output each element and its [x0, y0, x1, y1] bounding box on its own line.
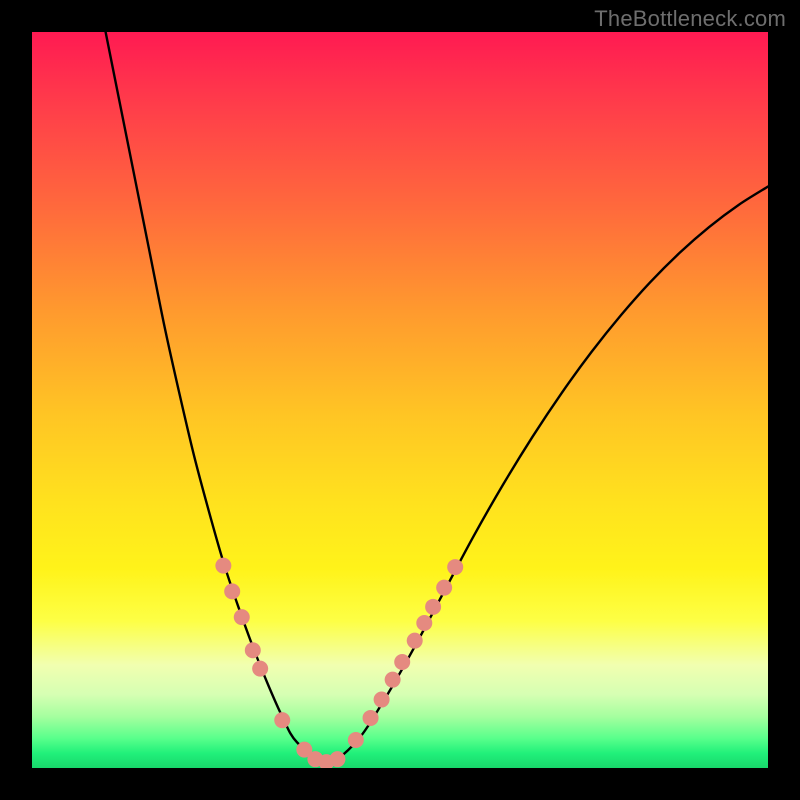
data-marker — [224, 583, 240, 599]
bottleneck-curve — [106, 32, 768, 762]
data-marker — [394, 654, 410, 670]
data-marker — [416, 615, 432, 631]
data-marker — [407, 633, 423, 649]
data-marker — [274, 712, 290, 728]
data-marker — [234, 609, 250, 625]
data-marker — [329, 751, 345, 767]
data-marker — [245, 642, 261, 658]
data-marker — [425, 599, 441, 615]
data-marker — [252, 661, 268, 677]
plot-area — [32, 32, 768, 768]
data-marker — [374, 692, 390, 708]
watermark-text: TheBottleneck.com — [594, 6, 786, 32]
chart-svg — [32, 32, 768, 768]
data-marker — [385, 672, 401, 688]
chart-frame: TheBottleneck.com — [0, 0, 800, 800]
data-marker — [215, 558, 231, 574]
data-marker — [348, 732, 364, 748]
data-marker — [436, 580, 452, 596]
data-marker — [447, 559, 463, 575]
data-markers — [215, 558, 463, 768]
data-marker — [363, 710, 379, 726]
